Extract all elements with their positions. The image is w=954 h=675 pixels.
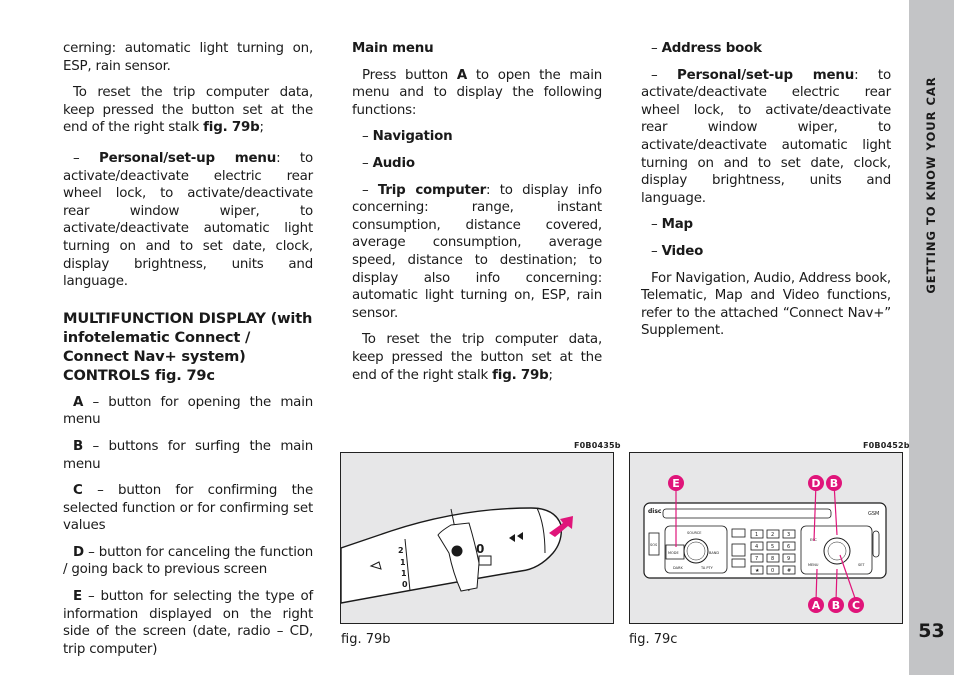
keypad-key: 6 [782,541,796,551]
figure-79c-radio: disc GSM SOS MODE SOURCE BAND DARK TA PT… [629,452,903,624]
svg-text:D: D [811,477,820,490]
svg-text:#: # [787,568,791,574]
paragraph-personal-setup: – Personal/set-up menu: to activate/deac… [63,150,313,290]
keypad-key: ★ [750,565,764,575]
keypad-key: 7 [750,553,764,563]
figure-code: F0B0435b [574,441,621,450]
keypad-key: 2 [766,529,780,539]
callout-a: A [808,597,824,613]
svg-text:B: B [830,477,838,490]
svg-text:5: 5 [771,544,774,550]
svg-text:9: 9 [787,556,790,562]
paragraph-supplement-note: For Navigation, Audio, Address book, Tel… [641,270,891,339]
band-label: BAND [709,551,719,555]
page-number: 53 [918,620,945,642]
svg-text:E: E [672,477,680,490]
menu-item-audio: – Audio [362,155,415,171]
paragraph-reset-trip: To reset the trip computer data, keep pr… [63,85,313,136]
keypad-key: # [782,565,796,575]
control-item-d: D – button for canceling the function / … [63,544,313,578]
text-column-3: – Address book – Personal/set-up menu: t… [641,40,891,349]
label-2: 2 [398,546,404,555]
control-item-c: C – button for confirming the selected f… [63,483,313,534]
paragraph-reset-trip-2: To reset the trip computer data, keep pr… [352,332,602,383]
control-item-e: E – button for selecting the type of inf… [63,589,313,657]
svg-text:B: B [832,599,840,612]
callout-c: C [848,597,864,613]
paragraph-main-menu-intro: Press button A to open the main menu and… [352,67,603,118]
figure-caption: fig. 79c [629,632,678,647]
keypad-key: 5 [766,541,780,551]
gsm-label: GSM [868,511,879,517]
svg-text:★: ★ [755,568,760,574]
svg-text:0: 0 [771,568,774,574]
chapter-title: GETTING TO KNOW YOUR CAR [924,76,938,294]
label-big-0: 0 [476,542,484,556]
main-menu-heading: Main menu [352,41,434,56]
svg-text:7: 7 [755,556,758,562]
menu-item-map: – Map [651,217,693,233]
paragraph-continuation: cerning: automatic light turning on, ESP… [63,41,313,74]
figure-caption: fig. 79b [341,632,391,647]
svg-text:6: 6 [787,544,790,550]
svg-text:A: A [812,599,821,612]
svg-text:4: 4 [755,544,758,550]
svg-text:3: 3 [787,532,790,538]
text-column-2: Main menu Press button A to open the mai… [352,40,602,393]
mode-label: MODE [668,551,679,555]
dark-label: DARK [673,566,683,570]
keypad-key: 9 [782,553,796,563]
svg-text:C: C [852,599,860,612]
phone-button [731,543,746,557]
set-label: SET [858,563,865,567]
fig-reference: fig. 79b [492,367,549,383]
keypad-key: 4 [750,541,764,551]
control-item-a: A – button for opening the main menu [63,394,313,428]
phone-button [731,528,746,538]
text-column-1: cerning: automatic light turning on, ESP… [63,40,313,667]
keypad-key: 8 [766,553,780,563]
figure-code: F0B0452b [863,441,910,450]
figure-79b-stalk: 0 2 1 1 0 [340,452,614,624]
source-label: SOURCE [687,531,701,535]
label-1b: 1 [401,569,407,578]
svg-text:8: 8 [771,556,774,562]
volume-knob [683,538,709,564]
radio-unit-illustration: disc GSM SOS MODE SOURCE BAND DARK TA PT… [643,475,887,613]
callout-e: E [668,475,684,491]
button-dot [451,545,463,557]
sos-label: SOS [650,543,658,547]
keypad-key: 1 [750,529,764,539]
keypad-key: 0 [766,565,780,575]
ta-pty-label: TA PTY [700,566,714,570]
menu-item-personal-setup: – Personal/set-up menu: to activate/deac… [641,67,891,206]
svg-text:2: 2 [771,532,774,538]
menu-item-trip-computer: – Trip computer: to display info concern… [352,182,602,321]
label-0: 0 [402,580,408,589]
svg-text:1: 1 [755,532,758,538]
fig-reference: fig. 79b [203,120,260,136]
label-1a: 1 [400,558,406,567]
keypad-key: 3 [782,529,796,539]
callout-b: B [826,475,842,491]
section-heading: MULTIFUNCTION DISPLAY (with infotelemati… [63,309,313,384]
callout-b: B [828,597,844,613]
callout-d: D [808,475,824,491]
phone-button [731,558,746,568]
wiper-stalk-illustration: 0 2 1 1 0 [341,507,573,604]
menu-item-video: – Video [651,243,704,259]
disc-logo: disc [648,508,662,515]
menu-item-navigation: – Navigation [362,129,453,145]
menu-label: MENU [808,563,819,567]
menu-item-address-book: – Address book [651,41,762,56]
control-item-b: B – buttons for surfing the main menu [63,438,313,472]
